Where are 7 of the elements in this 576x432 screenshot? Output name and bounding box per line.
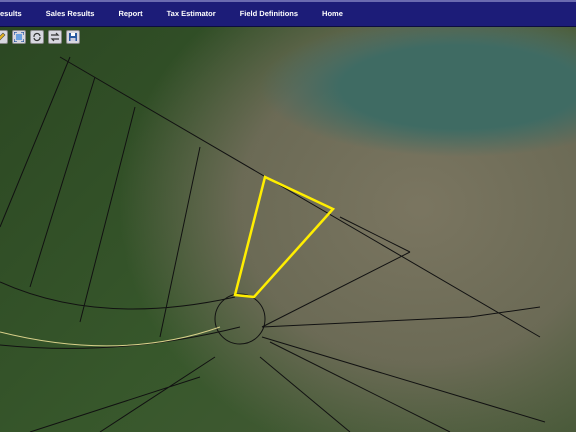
expand-icon [14, 32, 24, 42]
toolbar-button[interactable] [12, 30, 26, 44]
toolbar-button[interactable] [48, 30, 62, 44]
toolbar-button[interactable] [30, 30, 44, 44]
toolbar-button[interactable] [66, 30, 80, 44]
circular-arrows-icon [32, 32, 42, 42]
arrows-icon [50, 32, 60, 42]
